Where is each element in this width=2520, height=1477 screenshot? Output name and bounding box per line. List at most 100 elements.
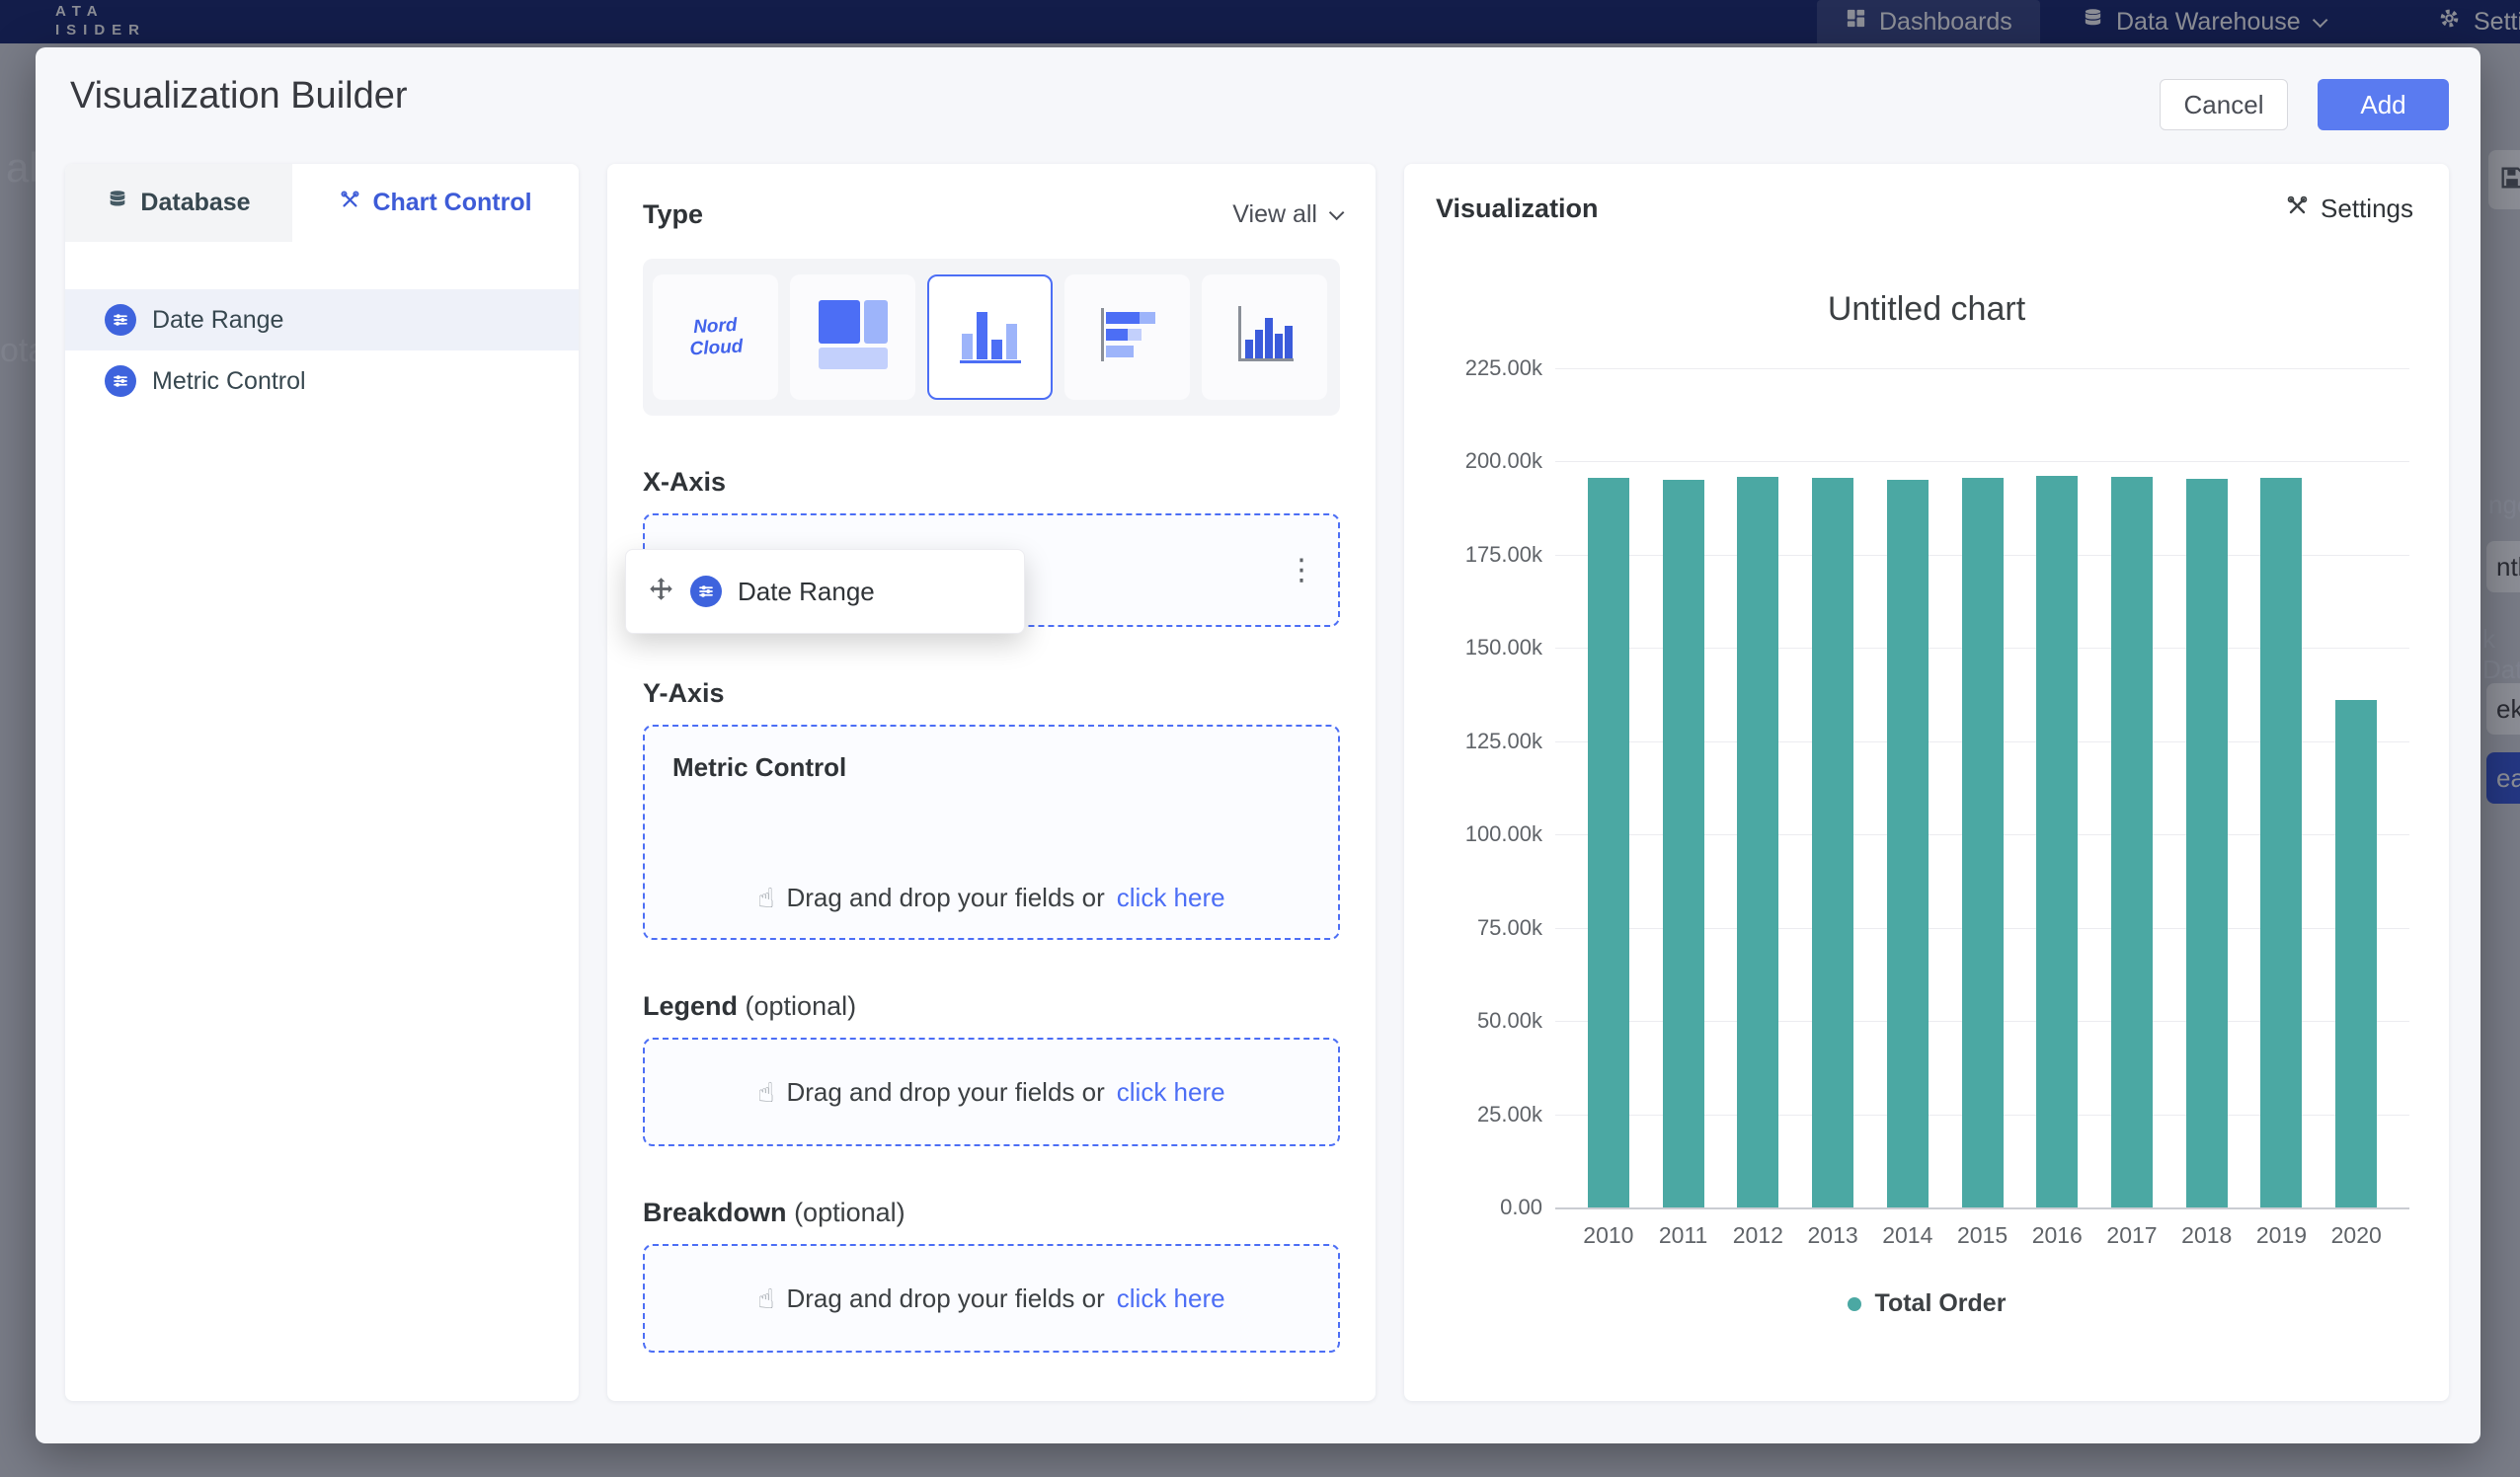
- y-tick-label: 50.00k: [1477, 1008, 1542, 1034]
- bar-2016: [2036, 476, 2078, 1207]
- y-axis-heading: Y-Axis: [643, 678, 1340, 709]
- fields-panel-tabs: Database Chart Control: [65, 164, 579, 242]
- type-tile-treemap[interactable]: [790, 274, 915, 400]
- tools-icon: [339, 189, 360, 217]
- y-tick-label: 100.00k: [1465, 821, 1542, 847]
- drag-hand-icon: ☝: [757, 1076, 774, 1109]
- x-tick-label: 2014: [1870, 1222, 1945, 1249]
- cancel-button[interactable]: Cancel: [2160, 79, 2288, 130]
- treemap-icon: [819, 300, 888, 374]
- y-tick-label: 225.00k: [1465, 355, 1542, 381]
- bar-2013: [1812, 478, 1853, 1207]
- bar-2015: [1962, 478, 2004, 1207]
- drop-hint-text: Drag and drop your fields or: [786, 1077, 1104, 1108]
- visualization-panel: Visualization Settings Untitled chart 0.…: [1404, 164, 2449, 1401]
- x-tick-label: 2013: [1795, 1222, 1870, 1249]
- type-section-label: Type: [643, 199, 703, 230]
- bar-2011: [1663, 480, 1704, 1207]
- tab-chart-control[interactable]: Chart Control: [292, 164, 579, 242]
- bar-2018: [2186, 479, 2228, 1207]
- x-tick-label: 2019: [2244, 1222, 2320, 1249]
- modal-title: Visualization Builder: [70, 75, 408, 117]
- bar-2020: [2335, 700, 2377, 1207]
- view-all-dropdown[interactable]: View all: [1232, 200, 1340, 229]
- bar-2010: [1588, 478, 1629, 1207]
- chart-settings-label: Settings: [2321, 194, 2413, 224]
- move-icon: [648, 576, 674, 607]
- breakdown-drop-zone[interactable]: ☝ Drag and drop your fields or click her…: [643, 1244, 1340, 1353]
- y-axis-field-title: Metric Control: [672, 752, 1310, 783]
- field-item-label: Date Range: [152, 306, 283, 335]
- field-item-metric-control[interactable]: Metric Control: [65, 350, 579, 412]
- y-axis-ticks: 0.0025.00k50.00k75.00k100.00k125.00k150.…: [1422, 368, 1542, 1209]
- field-item-label: Metric Control: [152, 367, 306, 396]
- legend-label: Total Order: [1875, 1289, 2007, 1318]
- control-sliders-icon: [105, 304, 136, 336]
- stacked-bar-icon: [1093, 300, 1162, 374]
- type-tile-number[interactable]: Nord Cloud: [653, 274, 778, 400]
- drag-hand-icon: ☝: [757, 1283, 774, 1315]
- builder-panel: Type View all Nord Cloud: [607, 164, 1376, 1401]
- dragged-field-chip-date-range[interactable]: Date Range: [625, 549, 1025, 634]
- control-sliders-icon: [690, 576, 722, 607]
- chart-settings-button[interactable]: Settings: [2285, 194, 2413, 224]
- tools-icon: [2285, 194, 2309, 224]
- control-field-list: Date Range Metric Control: [65, 289, 579, 412]
- chevron-down-icon: [1329, 204, 1345, 220]
- y-tick-label: 175.00k: [1465, 542, 1542, 568]
- tab-database-label: Database: [140, 189, 250, 217]
- x-tick-label: 2010: [1571, 1222, 1646, 1249]
- tab-chart-control-label: Chart Control: [372, 189, 531, 217]
- chart-title: Untitled chart: [1404, 290, 2449, 329]
- y-tick-label: 75.00k: [1477, 915, 1542, 941]
- number-tile-logo: Nord Cloud: [687, 314, 743, 360]
- drag-hand-icon: ☝: [757, 882, 774, 914]
- visualization-builder-modal: Visualization Builder Cancel Add Databas…: [36, 47, 2481, 1443]
- database-icon: [107, 189, 128, 217]
- x-tick-label: 2018: [2169, 1222, 2244, 1249]
- bar-2014: [1887, 480, 1929, 1207]
- x-tick-label: 2017: [2094, 1222, 2169, 1249]
- drop-hint-text: Drag and drop your fields or: [786, 883, 1104, 913]
- type-tile-stacked-bar[interactable]: [1064, 274, 1190, 400]
- chart-legend: Total Order: [1404, 1289, 2449, 1318]
- legend-heading: Legend (optional): [643, 991, 1340, 1022]
- legend-drop-zone[interactable]: ☝ Drag and drop your fields or click her…: [643, 1038, 1340, 1146]
- chart-type-strip: Nord Cloud: [643, 259, 1340, 416]
- field-item-date-range[interactable]: Date Range: [65, 289, 579, 350]
- visualization-heading: Visualization: [1436, 194, 1599, 224]
- x-tick-label: 2016: [2019, 1222, 2094, 1249]
- x-tick-label: 2012: [1720, 1222, 1795, 1249]
- click-here-link[interactable]: click here: [1117, 1283, 1225, 1314]
- x-axis-heading: X-Axis: [643, 467, 1340, 498]
- column-chart-icon: [956, 300, 1025, 374]
- axis-column-chart-icon: [1230, 300, 1299, 374]
- y-tick-label: 25.00k: [1477, 1102, 1542, 1127]
- type-tile-column-chart[interactable]: [927, 274, 1053, 400]
- control-sliders-icon: [105, 365, 136, 397]
- y-tick-label: 125.00k: [1465, 729, 1542, 754]
- tab-database[interactable]: Database: [65, 164, 292, 242]
- y-tick-label: 0.00: [1500, 1195, 1542, 1220]
- fields-panel: Database Chart Control Date Range: [65, 164, 579, 1401]
- click-here-link[interactable]: click here: [1117, 1077, 1225, 1108]
- add-button[interactable]: Add: [2318, 79, 2449, 130]
- breakdown-heading: Breakdown (optional): [643, 1198, 1340, 1228]
- x-tick-label: 2011: [1646, 1222, 1721, 1249]
- y-tick-label: 150.00k: [1465, 635, 1542, 661]
- bar-2017: [2111, 477, 2153, 1207]
- click-here-link[interactable]: click here: [1117, 883, 1225, 913]
- x-tick-label: 2015: [1945, 1222, 2020, 1249]
- view-all-label: View all: [1232, 200, 1317, 229]
- chip-label: Date Range: [738, 577, 875, 607]
- y-axis-drop-zone[interactable]: Metric Control ☝ Drag and drop your fiel…: [643, 725, 1340, 940]
- screen: ATA ISIDER Dashboards Data Warehouse Set…: [0, 0, 2520, 1477]
- chart-plot-area: [1555, 368, 2409, 1209]
- type-tile-axis-column[interactable]: [1202, 274, 1327, 400]
- bar-chart: [1555, 368, 2409, 1209]
- bar-2012: [1737, 477, 1778, 1207]
- x-axis-ticks: 2010201120122013201420152016201720182019…: [1555, 1222, 2409, 1249]
- x-tick-label: 2020: [2319, 1222, 2394, 1249]
- kebab-menu-icon[interactable]: ⋮: [1287, 556, 1316, 585]
- y-tick-label: 200.00k: [1465, 448, 1542, 474]
